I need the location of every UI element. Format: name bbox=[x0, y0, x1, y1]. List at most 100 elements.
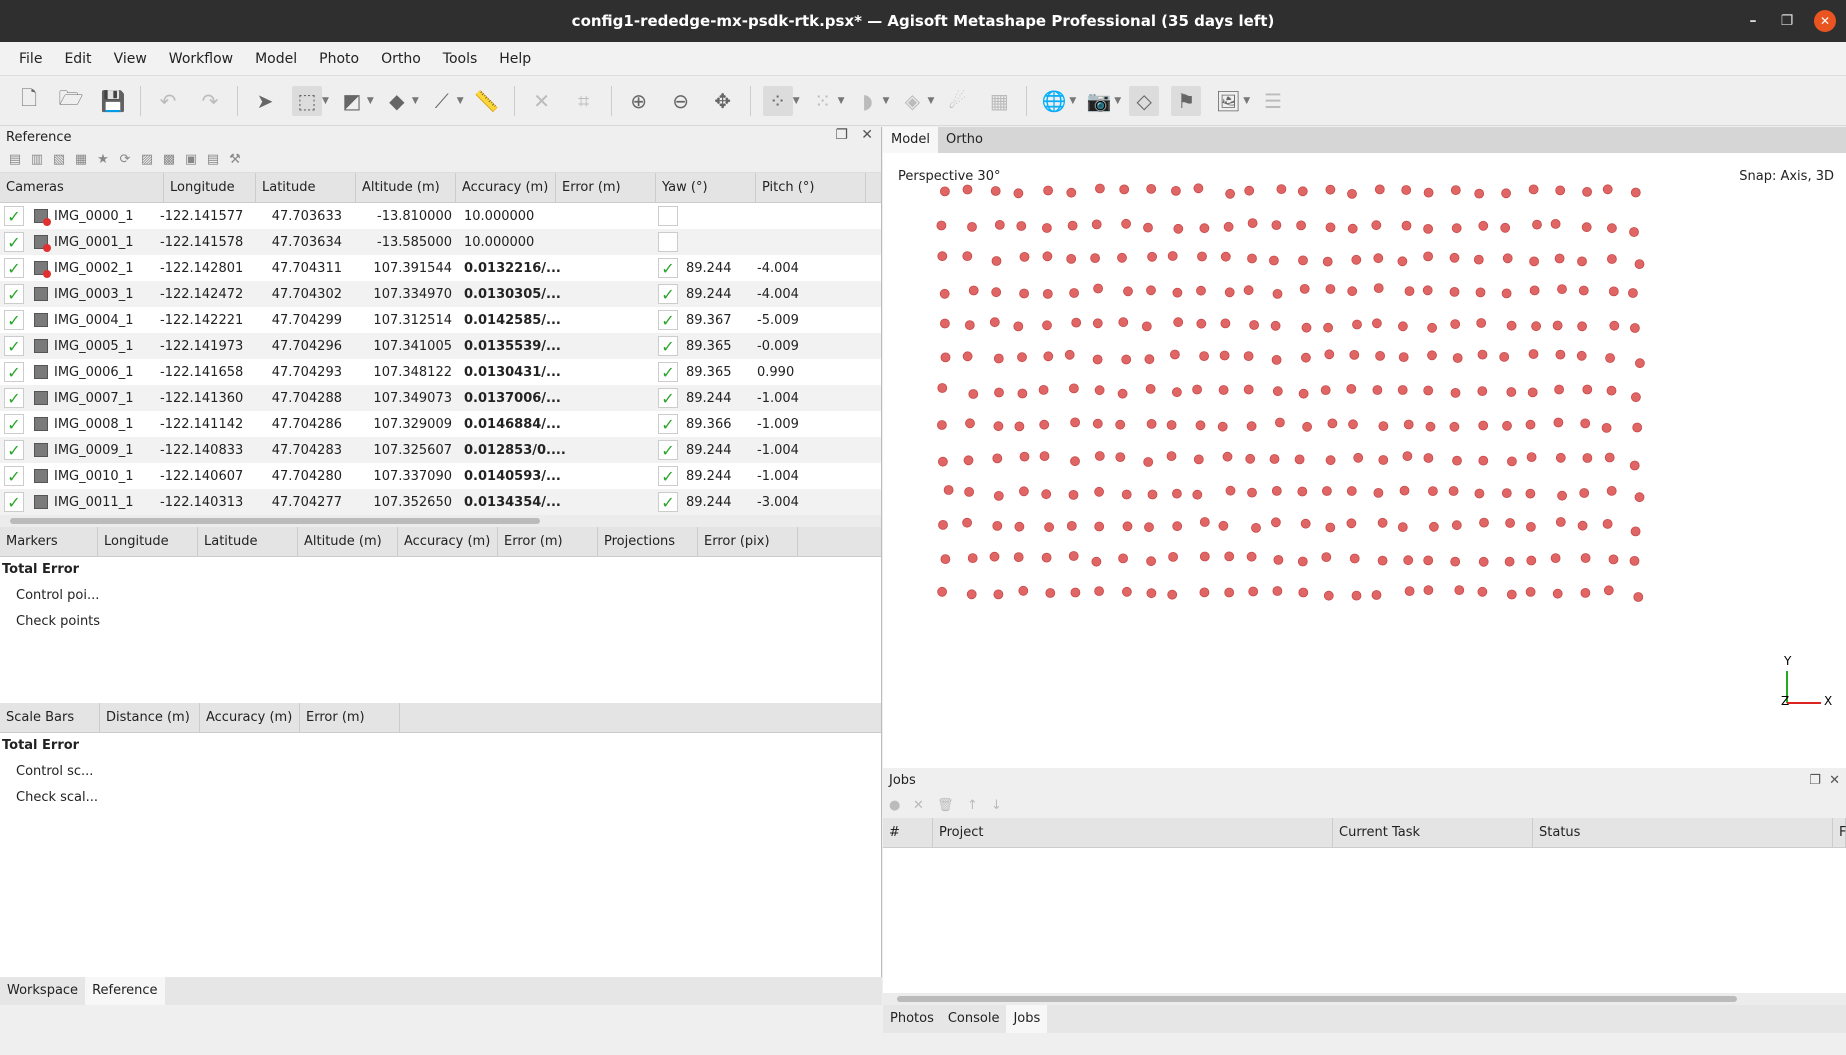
camera-point[interactable] bbox=[1192, 489, 1203, 500]
delete-job-icon[interactable]: 🗑 bbox=[937, 798, 967, 813]
camera-points-view[interactable] bbox=[883, 153, 1846, 768]
camera-point[interactable] bbox=[1325, 522, 1336, 533]
column-latitude[interactable]: Latitude bbox=[256, 172, 356, 203]
camera-point[interactable] bbox=[1193, 183, 1204, 194]
camera-point[interactable] bbox=[1506, 589, 1517, 600]
camera-point[interactable] bbox=[1397, 522, 1408, 533]
camera-point[interactable] bbox=[1251, 522, 1261, 533]
camera-point[interactable] bbox=[1321, 486, 1332, 496]
camera-point[interactable] bbox=[1526, 555, 1537, 566]
camera-point[interactable] bbox=[1146, 418, 1157, 429]
chevron-down-icon[interactable]: ▼ bbox=[1114, 96, 1121, 106]
camera-point[interactable] bbox=[1018, 486, 1029, 497]
camera-point[interactable] bbox=[1607, 223, 1617, 234]
camera-point[interactable] bbox=[1042, 251, 1053, 262]
camera-point[interactable] bbox=[1042, 320, 1052, 331]
camera-point[interactable] bbox=[1094, 486, 1105, 497]
camera-point[interactable] bbox=[1245, 453, 1256, 464]
camera-point[interactable] bbox=[1477, 586, 1488, 597]
yaw-checkbox[interactable]: ✓ bbox=[658, 310, 678, 330]
camera-point[interactable] bbox=[1220, 318, 1231, 329]
camera-point[interactable] bbox=[1630, 323, 1640, 333]
camera-point[interactable] bbox=[1606, 385, 1617, 396]
tab-console[interactable]: Console bbox=[941, 1005, 1007, 1033]
camera-point[interactable] bbox=[1272, 386, 1283, 397]
camera-point[interactable] bbox=[993, 490, 1004, 501]
camera-point[interactable] bbox=[1505, 518, 1515, 528]
maximize-icon[interactable]: ❐ bbox=[1770, 13, 1804, 29]
dem-icon[interactable]: ▦ bbox=[984, 86, 1014, 116]
column-accuracy[interactable]: Accuracy (m) bbox=[456, 172, 556, 203]
camera-point[interactable] bbox=[990, 186, 1001, 196]
camera-point[interactable] bbox=[1532, 219, 1542, 230]
camera-point[interactable] bbox=[1452, 353, 1463, 363]
camera-point[interactable] bbox=[1423, 555, 1434, 566]
tab-jobs[interactable]: Jobs bbox=[1006, 1005, 1048, 1033]
camera-point[interactable] bbox=[1372, 385, 1383, 395]
yaw-checkbox[interactable]: ✓ bbox=[658, 336, 678, 356]
camera-point[interactable] bbox=[1091, 556, 1102, 567]
camera-point[interactable] bbox=[1428, 486, 1438, 497]
camera-point[interactable] bbox=[1167, 589, 1178, 600]
camera-point[interactable] bbox=[1017, 352, 1027, 363]
camera-point[interactable] bbox=[1094, 521, 1105, 532]
column-status[interactable]: Status bbox=[1533, 817, 1833, 848]
camera-point[interactable] bbox=[1501, 188, 1511, 199]
camera-point[interactable] bbox=[1014, 521, 1025, 532]
camera-point[interactable] bbox=[1609, 320, 1620, 331]
camera-point[interactable] bbox=[1117, 252, 1127, 263]
yaw-checkbox[interactable]: ✓ bbox=[658, 440, 678, 460]
scalebars-check[interactable]: Check scal... bbox=[0, 785, 881, 811]
camera-point[interactable] bbox=[1117, 388, 1128, 399]
camera-point[interactable] bbox=[1352, 319, 1362, 330]
view-estimated-icon[interactable]: ▩ bbox=[158, 152, 180, 167]
camera-point[interactable] bbox=[1550, 553, 1561, 564]
camera-point[interactable] bbox=[1449, 252, 1460, 263]
camera-point[interactable] bbox=[1013, 321, 1024, 332]
camera-point[interactable] bbox=[1474, 188, 1485, 199]
camera-point[interactable] bbox=[936, 220, 947, 231]
column-projections[interactable]: Projections bbox=[598, 526, 698, 557]
camera-point[interactable] bbox=[965, 418, 975, 429]
camera-point[interactable] bbox=[1121, 354, 1132, 365]
camera-point[interactable] bbox=[1094, 385, 1105, 396]
camera-point[interactable] bbox=[1170, 186, 1181, 196]
camera-point[interactable] bbox=[1268, 255, 1279, 266]
camera-point[interactable] bbox=[1321, 552, 1332, 563]
camera-point[interactable] bbox=[1019, 288, 1030, 299]
camera-point[interactable] bbox=[1013, 552, 1024, 563]
table-row[interactable]: ✓ IMG_0008_1 -122.141142 47.704286 107.32900… bbox=[0, 411, 881, 437]
camera-point[interactable] bbox=[1199, 517, 1210, 527]
camera-point[interactable] bbox=[1323, 590, 1334, 601]
camera-point[interactable] bbox=[1351, 254, 1362, 265]
camera-point[interactable] bbox=[1115, 452, 1126, 463]
camera-point[interactable] bbox=[1580, 587, 1591, 598]
camera-point[interactable] bbox=[1552, 320, 1563, 331]
camera-point[interactable] bbox=[1199, 223, 1210, 234]
camera-point[interactable] bbox=[1196, 318, 1207, 329]
new-document-icon[interactable]: 🗋 bbox=[14, 86, 44, 116]
camera-point[interactable] bbox=[1093, 283, 1104, 294]
camera-point[interactable] bbox=[939, 288, 950, 299]
camera-point[interactable] bbox=[1449, 286, 1460, 297]
camera-point[interactable] bbox=[1634, 259, 1645, 269]
camera-point[interactable] bbox=[1066, 520, 1077, 531]
camera-point[interactable] bbox=[1166, 420, 1177, 430]
camera-point[interactable] bbox=[1197, 251, 1207, 262]
update-transform-icon[interactable]: ⟳ bbox=[114, 152, 136, 167]
camera-point[interactable] bbox=[1501, 488, 1512, 499]
table-row[interactable]: ✓ IMG_0002_1 -122.142801 47.704311 107.39154… bbox=[0, 255, 881, 281]
camera-point[interactable] bbox=[1070, 417, 1081, 428]
camera-point[interactable] bbox=[1371, 318, 1382, 329]
camera-point[interactable] bbox=[962, 251, 973, 261]
camera-point[interactable] bbox=[1071, 317, 1082, 328]
camera-point[interactable] bbox=[1070, 587, 1081, 598]
menu-file[interactable]: File bbox=[8, 51, 53, 67]
camera-point[interactable] bbox=[1506, 387, 1517, 397]
camera-icon[interactable]: 📷 bbox=[1084, 86, 1114, 116]
camera-point[interactable] bbox=[1423, 453, 1434, 463]
yaw-checkbox[interactable]: ✓ bbox=[658, 258, 678, 278]
camera-point[interactable] bbox=[1397, 385, 1408, 395]
camera-point[interactable] bbox=[1173, 317, 1184, 328]
camera-point[interactable] bbox=[1121, 218, 1132, 229]
